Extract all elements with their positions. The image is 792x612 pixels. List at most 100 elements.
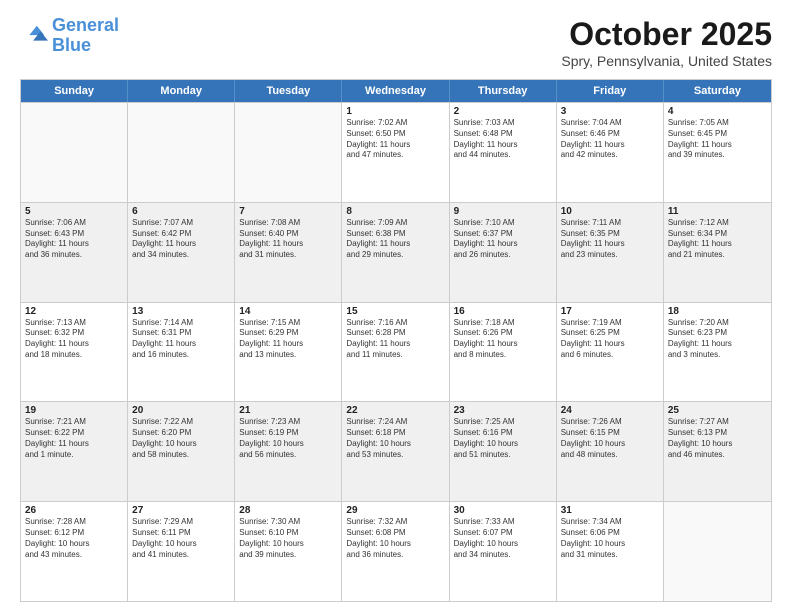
- header-day-thursday: Thursday: [450, 80, 557, 102]
- cell-info: Sunrise: 7:02 AM Sunset: 6:50 PM Dayligh…: [346, 118, 444, 161]
- calendar-row-3: 19Sunrise: 7:21 AM Sunset: 6:22 PM Dayli…: [21, 401, 771, 501]
- cal-cell-0-4: 2Sunrise: 7:03 AM Sunset: 6:48 PM Daylig…: [450, 103, 557, 202]
- calendar-row-0: 1Sunrise: 7:02 AM Sunset: 6:50 PM Daylig…: [21, 102, 771, 202]
- cell-info: Sunrise: 7:30 AM Sunset: 6:10 PM Dayligh…: [239, 517, 337, 560]
- cal-cell-0-3: 1Sunrise: 7:02 AM Sunset: 6:50 PM Daylig…: [342, 103, 449, 202]
- header-day-friday: Friday: [557, 80, 664, 102]
- cal-cell-0-2: [235, 103, 342, 202]
- cal-cell-4-2: 28Sunrise: 7:30 AM Sunset: 6:10 PM Dayli…: [235, 502, 342, 601]
- cell-info: Sunrise: 7:08 AM Sunset: 6:40 PM Dayligh…: [239, 218, 337, 261]
- cal-cell-4-1: 27Sunrise: 7:29 AM Sunset: 6:11 PM Dayli…: [128, 502, 235, 601]
- day-number: 31: [561, 505, 659, 516]
- logo-text: General Blue: [52, 16, 119, 56]
- day-number: 14: [239, 306, 337, 317]
- day-number: 16: [454, 306, 552, 317]
- cal-cell-1-5: 10Sunrise: 7:11 AM Sunset: 6:35 PM Dayli…: [557, 203, 664, 302]
- calendar-row-2: 12Sunrise: 7:13 AM Sunset: 6:32 PM Dayli…: [21, 302, 771, 402]
- calendar-body: 1Sunrise: 7:02 AM Sunset: 6:50 PM Daylig…: [21, 102, 771, 601]
- day-number: 29: [346, 505, 444, 516]
- day-number: 7: [239, 206, 337, 217]
- header-day-sunday: Sunday: [21, 80, 128, 102]
- cell-info: Sunrise: 7:32 AM Sunset: 6:08 PM Dayligh…: [346, 517, 444, 560]
- logo: General Blue: [20, 16, 119, 56]
- calendar-header: SundayMondayTuesdayWednesdayThursdayFrid…: [21, 80, 771, 102]
- cell-info: Sunrise: 7:09 AM Sunset: 6:38 PM Dayligh…: [346, 218, 444, 261]
- cell-info: Sunrise: 7:24 AM Sunset: 6:18 PM Dayligh…: [346, 417, 444, 460]
- day-number: 24: [561, 405, 659, 416]
- cell-info: Sunrise: 7:34 AM Sunset: 6:06 PM Dayligh…: [561, 517, 659, 560]
- main-title: October 2025: [561, 16, 772, 53]
- cell-info: Sunrise: 7:19 AM Sunset: 6:25 PM Dayligh…: [561, 318, 659, 361]
- cell-info: Sunrise: 7:14 AM Sunset: 6:31 PM Dayligh…: [132, 318, 230, 361]
- header-day-wednesday: Wednesday: [342, 80, 449, 102]
- cal-cell-1-0: 5Sunrise: 7:06 AM Sunset: 6:43 PM Daylig…: [21, 203, 128, 302]
- cell-info: Sunrise: 7:06 AM Sunset: 6:43 PM Dayligh…: [25, 218, 123, 261]
- day-number: 22: [346, 405, 444, 416]
- logo-line2: Blue: [52, 35, 91, 55]
- cell-info: Sunrise: 7:03 AM Sunset: 6:48 PM Dayligh…: [454, 118, 552, 161]
- cal-cell-2-2: 14Sunrise: 7:15 AM Sunset: 6:29 PM Dayli…: [235, 303, 342, 402]
- day-number: 21: [239, 405, 337, 416]
- cal-cell-3-4: 23Sunrise: 7:25 AM Sunset: 6:16 PM Dayli…: [450, 402, 557, 501]
- cell-info: Sunrise: 7:07 AM Sunset: 6:42 PM Dayligh…: [132, 218, 230, 261]
- cell-info: Sunrise: 7:12 AM Sunset: 6:34 PM Dayligh…: [668, 218, 767, 261]
- cell-info: Sunrise: 7:23 AM Sunset: 6:19 PM Dayligh…: [239, 417, 337, 460]
- day-number: 28: [239, 505, 337, 516]
- day-number: 5: [25, 206, 123, 217]
- cell-info: Sunrise: 7:13 AM Sunset: 6:32 PM Dayligh…: [25, 318, 123, 361]
- cal-cell-2-5: 17Sunrise: 7:19 AM Sunset: 6:25 PM Dayli…: [557, 303, 664, 402]
- cal-cell-2-6: 18Sunrise: 7:20 AM Sunset: 6:23 PM Dayli…: [664, 303, 771, 402]
- logo-icon: [20, 22, 48, 50]
- cal-cell-1-6: 11Sunrise: 7:12 AM Sunset: 6:34 PM Dayli…: [664, 203, 771, 302]
- day-number: 13: [132, 306, 230, 317]
- cal-cell-1-2: 7Sunrise: 7:08 AM Sunset: 6:40 PM Daylig…: [235, 203, 342, 302]
- page: General Blue October 2025 Spry, Pennsylv…: [0, 0, 792, 612]
- day-number: 2: [454, 106, 552, 117]
- day-number: 10: [561, 206, 659, 217]
- header-day-saturday: Saturday: [664, 80, 771, 102]
- cal-cell-2-0: 12Sunrise: 7:13 AM Sunset: 6:32 PM Dayli…: [21, 303, 128, 402]
- cal-cell-4-0: 26Sunrise: 7:28 AM Sunset: 6:12 PM Dayli…: [21, 502, 128, 601]
- day-number: 9: [454, 206, 552, 217]
- day-number: 20: [132, 405, 230, 416]
- cal-cell-4-3: 29Sunrise: 7:32 AM Sunset: 6:08 PM Dayli…: [342, 502, 449, 601]
- day-number: 27: [132, 505, 230, 516]
- logo-line1: General: [52, 15, 119, 35]
- day-number: 6: [132, 206, 230, 217]
- cell-info: Sunrise: 7:26 AM Sunset: 6:15 PM Dayligh…: [561, 417, 659, 460]
- cell-info: Sunrise: 7:33 AM Sunset: 6:07 PM Dayligh…: [454, 517, 552, 560]
- cell-info: Sunrise: 7:18 AM Sunset: 6:26 PM Dayligh…: [454, 318, 552, 361]
- cal-cell-4-5: 31Sunrise: 7:34 AM Sunset: 6:06 PM Dayli…: [557, 502, 664, 601]
- cell-info: Sunrise: 7:10 AM Sunset: 6:37 PM Dayligh…: [454, 218, 552, 261]
- cell-info: Sunrise: 7:27 AM Sunset: 6:13 PM Dayligh…: [668, 417, 767, 460]
- day-number: 17: [561, 306, 659, 317]
- cal-cell-0-5: 3Sunrise: 7:04 AM Sunset: 6:46 PM Daylig…: [557, 103, 664, 202]
- cal-cell-0-0: [21, 103, 128, 202]
- day-number: 18: [668, 306, 767, 317]
- cal-cell-1-4: 9Sunrise: 7:10 AM Sunset: 6:37 PM Daylig…: [450, 203, 557, 302]
- cell-info: Sunrise: 7:11 AM Sunset: 6:35 PM Dayligh…: [561, 218, 659, 261]
- calendar-row-4: 26Sunrise: 7:28 AM Sunset: 6:12 PM Dayli…: [21, 501, 771, 601]
- subtitle: Spry, Pennsylvania, United States: [561, 53, 772, 69]
- title-block: October 2025 Spry, Pennsylvania, United …: [561, 16, 772, 69]
- cell-info: Sunrise: 7:15 AM Sunset: 6:29 PM Dayligh…: [239, 318, 337, 361]
- cell-info: Sunrise: 7:25 AM Sunset: 6:16 PM Dayligh…: [454, 417, 552, 460]
- calendar-row-1: 5Sunrise: 7:06 AM Sunset: 6:43 PM Daylig…: [21, 202, 771, 302]
- day-number: 3: [561, 106, 659, 117]
- day-number: 12: [25, 306, 123, 317]
- cal-cell-0-1: [128, 103, 235, 202]
- day-number: 1: [346, 106, 444, 117]
- calendar: SundayMondayTuesdayWednesdayThursdayFrid…: [20, 79, 772, 602]
- day-number: 15: [346, 306, 444, 317]
- day-number: 23: [454, 405, 552, 416]
- day-number: 11: [668, 206, 767, 217]
- cal-cell-2-1: 13Sunrise: 7:14 AM Sunset: 6:31 PM Dayli…: [128, 303, 235, 402]
- cal-cell-3-3: 22Sunrise: 7:24 AM Sunset: 6:18 PM Dayli…: [342, 402, 449, 501]
- cell-info: Sunrise: 7:05 AM Sunset: 6:45 PM Dayligh…: [668, 118, 767, 161]
- header-day-monday: Monday: [128, 80, 235, 102]
- cal-cell-0-6: 4Sunrise: 7:05 AM Sunset: 6:45 PM Daylig…: [664, 103, 771, 202]
- day-number: 8: [346, 206, 444, 217]
- cal-cell-1-1: 6Sunrise: 7:07 AM Sunset: 6:42 PM Daylig…: [128, 203, 235, 302]
- cal-cell-3-5: 24Sunrise: 7:26 AM Sunset: 6:15 PM Dayli…: [557, 402, 664, 501]
- cal-cell-3-0: 19Sunrise: 7:21 AM Sunset: 6:22 PM Dayli…: [21, 402, 128, 501]
